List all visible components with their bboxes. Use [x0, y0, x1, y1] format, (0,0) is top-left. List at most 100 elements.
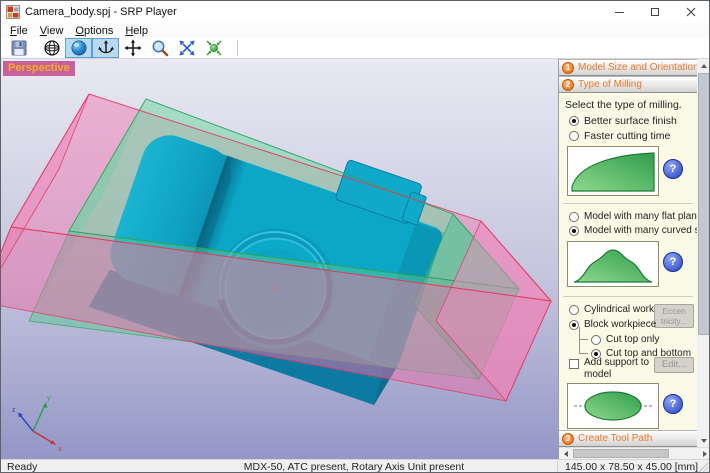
help-button-workpiece[interactable]: ? — [663, 394, 683, 414]
vertical-scroll-thumb[interactable] — [698, 73, 710, 335]
radio-cut-top-only[interactable]: Cut top only — [591, 334, 659, 345]
app-icon — [6, 5, 20, 19]
button-label-line2: tricity... — [661, 316, 687, 326]
axis-y-label: y — [47, 395, 51, 402]
minimize-icon — [615, 12, 624, 13]
arrow-left-icon — [564, 451, 568, 457]
3d-viewport[interactable]: x y z Perspective — [1, 59, 558, 459]
scroll-up-button[interactable] — [697, 59, 710, 72]
panel-vertical-scrollbar[interactable] — [697, 59, 710, 447]
checkbox-label: Add support to model — [584, 357, 654, 380]
3d-scene: x y z — [1, 59, 558, 459]
scroll-left-button[interactable] — [559, 448, 572, 459]
save-icon — [10, 39, 28, 57]
section-type-of-milling[interactable]: 2 Type of Milling — [559, 76, 697, 93]
zoom-button[interactable] — [146, 38, 173, 58]
fit-to-model-icon — [205, 39, 223, 57]
separator — [563, 203, 693, 204]
radio-icon — [569, 131, 579, 141]
radio-label: Model with many curved surfaces — [584, 225, 697, 236]
magnifier-icon — [151, 39, 169, 57]
radio-label: Faster cutting time — [584, 130, 670, 142]
arrow-right-icon — [703, 451, 707, 457]
surface-finish-illustration — [567, 146, 659, 196]
separator — [563, 296, 693, 297]
block-workpiece-illustration — [567, 383, 659, 429]
view-mode-label: Perspective — [3, 61, 75, 76]
close-button[interactable] — [673, 1, 709, 23]
step-2-badge: 2 — [562, 79, 574, 91]
pan-view-button[interactable] — [119, 38, 146, 58]
radio-flat-planes[interactable]: Model with many flat planes — [569, 211, 697, 222]
section-title: Model Size and Orientation — [578, 62, 699, 73]
rotate-view-icon — [97, 39, 115, 57]
wizard-panel: 1 Model Size and Orientation 2 Type of M… — [558, 59, 710, 459]
radio-faster-cutting-time[interactable]: Faster cutting time — [569, 130, 670, 142]
shaded-view-button[interactable] — [65, 38, 92, 58]
toolbar-separator — [237, 40, 238, 56]
toolbar — [1, 38, 709, 59]
milling-options-pane: Select the type of milling. Better surfa… — [559, 93, 697, 430]
step-3-badge: 3 — [562, 433, 574, 445]
milling-prompt: Select the type of milling. — [565, 99, 682, 111]
help-button-model[interactable]: ? — [663, 252, 683, 272]
section-model-size[interactable]: 1 Model Size and Orientation — [559, 59, 697, 76]
scroll-down-button[interactable] — [697, 434, 710, 447]
menu-file[interactable]: File — [4, 25, 34, 37]
fit-to-screen-button[interactable] — [173, 38, 200, 58]
radio-label: Model with many flat planes — [584, 211, 697, 222]
status-ready: Ready — [1, 461, 151, 473]
menu-help[interactable]: Help — [119, 25, 154, 37]
horizontal-scroll-thumb[interactable] — [573, 449, 669, 458]
radio-icon — [569, 226, 579, 236]
status-machine-info: MDX-50, ATC present, Rotary Axis Unit pr… — [151, 461, 557, 473]
help-button-surface[interactable]: ? — [663, 159, 683, 179]
shaded-sphere-icon — [70, 39, 88, 57]
save-button[interactable] — [5, 38, 32, 58]
arrow-down-icon — [701, 439, 707, 443]
status-model-dimensions: 145.00 x 78.50 x 45.00 [mm] — [557, 461, 709, 473]
app-window: Camera_body.spj - SRP Player File View O… — [0, 0, 710, 473]
vertical-scroll-track[interactable] — [697, 72, 710, 434]
checkbox-add-support[interactable]: Add support to model — [569, 357, 654, 380]
horizontal-scroll-track[interactable] — [572, 448, 698, 459]
curved-model-illustration — [567, 241, 659, 287]
radio-icon — [569, 320, 579, 330]
fit-to-model-button[interactable] — [200, 38, 227, 58]
tree-connector — [579, 327, 580, 354]
tree-connector — [580, 339, 588, 340]
radio-icon — [569, 116, 579, 126]
pan-icon — [124, 39, 142, 57]
scroll-right-button[interactable] — [698, 448, 710, 459]
statusbar: Ready MDX-50, ATC present, Rotary Axis U… — [1, 459, 709, 473]
eccentricity-button[interactable]: Eccen tricity... — [654, 304, 694, 328]
edit-support-button[interactable]: Edit... — [654, 357, 694, 373]
radio-curved-surfaces[interactable]: Model with many curved surfaces — [569, 225, 697, 236]
wireframe-globe-icon — [43, 39, 61, 57]
close-icon — [686, 7, 696, 17]
axis-x-label: x — [58, 446, 62, 453]
radio-icon — [591, 335, 601, 345]
menubar: File View Options Help — [1, 23, 709, 38]
menu-view[interactable]: View — [34, 25, 70, 37]
section-create-tool-path[interactable]: 3 Create Tool Path — [559, 430, 697, 447]
minimize-button[interactable] — [601, 1, 637, 23]
panel-horizontal-scrollbar[interactable] — [559, 447, 710, 459]
radio-label: Cut top only — [606, 334, 659, 345]
tree-connector — [580, 353, 588, 354]
maximize-icon — [651, 8, 659, 16]
button-label-line1: Eccen — [662, 306, 686, 316]
arrow-up-icon — [701, 64, 707, 68]
axis-z-label: z — [12, 407, 16, 414]
maximize-button[interactable] — [637, 1, 673, 23]
wireframe-view-button[interactable] — [38, 38, 65, 58]
checkbox-icon — [569, 359, 579, 369]
window-title: Camera_body.spj - SRP Player — [25, 6, 601, 18]
radio-icon — [569, 305, 579, 315]
menu-options[interactable]: Options — [69, 25, 119, 37]
radio-block-workpiece[interactable]: Block workpiece — [569, 319, 656, 330]
radio-better-surface-finish[interactable]: Better surface finish — [569, 115, 677, 127]
radio-label: Block workpiece — [584, 319, 656, 330]
radio-label: Better surface finish — [584, 115, 677, 127]
rotate-view-button[interactable] — [92, 38, 119, 58]
